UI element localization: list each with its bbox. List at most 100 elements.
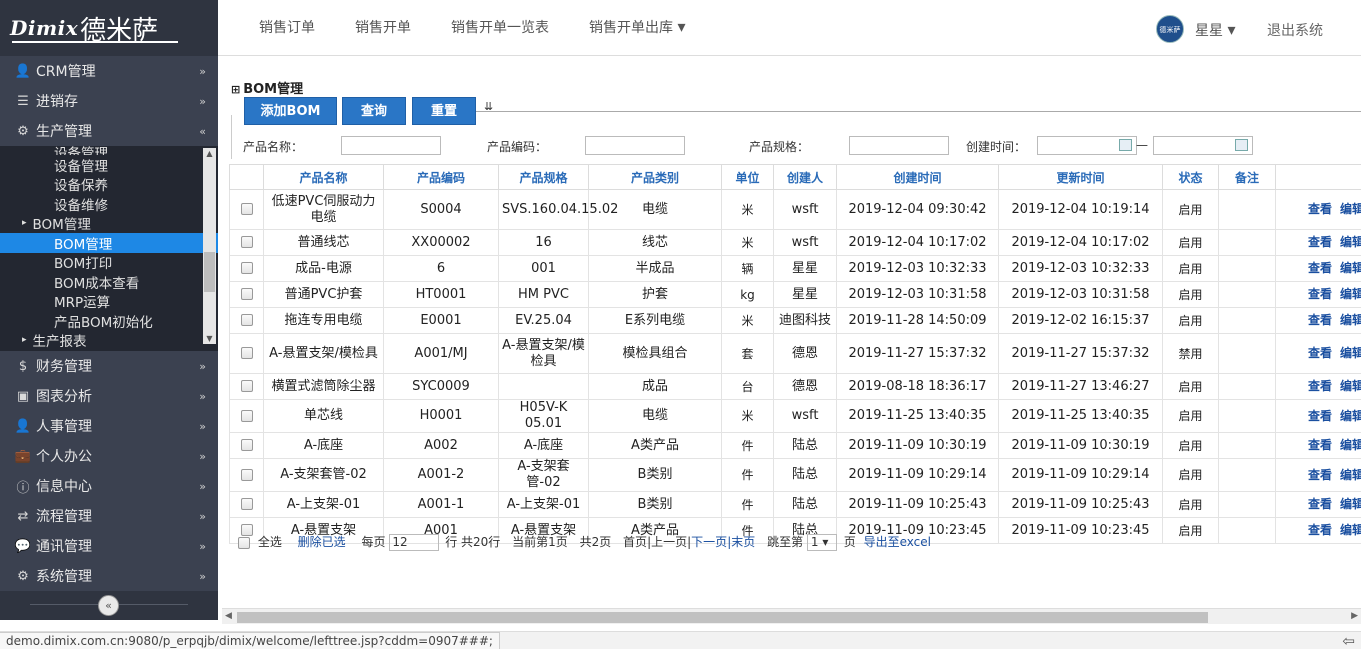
row-checkbox[interactable] [240, 203, 253, 215]
edit-link[interactable]: 编辑 [1340, 346, 1361, 360]
sidebar-item-top-0[interactable]: 👤 CRM管理 » [0, 56, 218, 86]
view-link[interactable]: 查看 [1308, 379, 1332, 393]
prev-page-link[interactable]: 上一页 [651, 535, 687, 549]
per-page-input[interactable]: 12 [389, 534, 440, 551]
table-row[interactable]: 横置式滤筒除尘器 SYC0009 成品台德恩 2019-08-18 18:36:17 2… [229, 373, 1361, 400]
submenu-item-4[interactable]: BOM管理 [0, 233, 218, 253]
next-page-link[interactable]: 下一页 [691, 535, 727, 549]
calendar-icon[interactable] [1119, 139, 1132, 151]
nav-sales-invoice[interactable]: 销售开单 [355, 17, 411, 37]
edit-link[interactable]: 编辑 [1340, 313, 1361, 327]
delete-selected-link[interactable]: 删除已选 [298, 535, 346, 549]
export-excel-link[interactable]: 导出至excel [864, 535, 931, 549]
row-checkbox[interactable] [240, 347, 253, 359]
edit-link[interactable]: 编辑 [1340, 438, 1361, 452]
sidebar-item-bottom-0[interactable]: $ 财务管理 » [0, 351, 218, 381]
logout-link[interactable]: 退出系统 [1267, 20, 1323, 40]
submenu-item-6[interactable]: BOM成本查看 [0, 272, 218, 292]
user-menu[interactable]: 星星 ▾ [1195, 20, 1235, 40]
jump-page-select[interactable]: 1 ▾ [806, 534, 837, 551]
view-link[interactable]: 查看 [1308, 523, 1332, 537]
sidebar-item-bottom-3[interactable]: 💼 个人办公 » [0, 441, 218, 471]
scrollbar-thumb[interactable] [237, 612, 1208, 623]
submenu-item-9[interactable]: ▸ 生产报表 [0, 331, 218, 350]
submenu-item-1[interactable]: 设备保养 [0, 175, 218, 194]
submenu-scrollbar[interactable]: ▲ ▼ [203, 148, 216, 344]
sidebar-item-top-2[interactable]: ⚙ 生产管理 « [0, 116, 218, 146]
table-row[interactable]: A-上支架-01 A001-1 A-上支架-01 B类别件陆总 2019-11-09 1… [229, 491, 1361, 518]
view-link[interactable]: 查看 [1308, 261, 1332, 275]
view-link[interactable]: 查看 [1308, 202, 1332, 216]
view-link[interactable]: 查看 [1308, 497, 1332, 511]
table-row[interactable]: A-支架套管-02 A001-2 A-支架套管-02 B类别件陆总 2019-11-09… [229, 458, 1361, 492]
edit-link[interactable]: 编辑 [1340, 235, 1361, 249]
sidebar-item-bottom-6[interactable]: 💬 通讯管理 » [0, 531, 218, 561]
view-link[interactable]: 查看 [1308, 409, 1332, 423]
row-checkbox[interactable] [240, 380, 253, 392]
toggle-filter-icon[interactable]: ⇊ [484, 100, 493, 113]
horizontal-scrollbar[interactable]: ◀ ▶ [222, 608, 1361, 624]
row-checkbox[interactable] [240, 498, 253, 510]
back-icon[interactable]: ⇦ [1342, 632, 1355, 649]
row-checkbox[interactable] [240, 439, 253, 451]
select-all-checkbox[interactable] [238, 536, 250, 549]
edit-link[interactable]: 编辑 [1340, 523, 1361, 537]
view-link[interactable]: 查看 [1308, 287, 1332, 301]
submenu-item-0[interactable]: 设备管理 [0, 155, 218, 175]
edit-link[interactable]: 编辑 [1340, 468, 1361, 482]
product-spec-input[interactable] [849, 136, 949, 155]
logo[interactable]: Dimix 德米萨 [0, 0, 218, 56]
view-link[interactable]: 查看 [1308, 468, 1332, 482]
collapse-sidebar-button[interactable]: « [98, 595, 119, 616]
submenu-item-2[interactable]: 设备维修 [0, 194, 218, 214]
created-to-input[interactable] [1153, 136, 1253, 155]
edit-link[interactable]: 编辑 [1340, 497, 1361, 511]
row-checkbox[interactable] [240, 409, 253, 422]
submenu-item-3[interactable]: ▸ BOM管理 [0, 214, 218, 233]
sidebar-item-bottom-5[interactable]: ⇄ 流程管理 » [0, 501, 218, 531]
scroll-left-icon[interactable]: ◀ [225, 611, 232, 621]
table-row[interactable]: 低速PVC伺服动力电缆 S0004 SVS.160.04.15.02 电缆米 wsft 2… [229, 189, 1361, 230]
row-checkbox[interactable] [240, 314, 253, 326]
view-link[interactable]: 查看 [1308, 346, 1332, 360]
sidebar-item-bottom-2[interactable]: 👤 人事管理 » [0, 411, 218, 441]
submenu-item-8[interactable]: 产品BOM初始化 [0, 311, 218, 331]
edit-link[interactable]: 编辑 [1340, 287, 1361, 301]
row-checkbox[interactable] [240, 236, 253, 248]
edit-link[interactable]: 编辑 [1340, 409, 1361, 423]
last-page-link[interactable]: 末页 [731, 535, 755, 549]
table-row[interactable]: 拖连专用电缆 E0001 EV.25.04 E系列电缆米迪图科技 2019-11-28 … [229, 307, 1361, 334]
table-row[interactable]: A-悬置支架/模检具 A001/MJ A-悬置支架/模检具 模检具组合套德恩 2019-… [229, 333, 1361, 374]
row-checkbox[interactable] [240, 262, 253, 274]
edit-link[interactable]: 编辑 [1340, 261, 1361, 275]
calendar-icon[interactable] [1235, 139, 1248, 151]
submenu-item-7[interactable]: MRP运算 [0, 292, 218, 311]
table-row[interactable]: 成品-电源 6 001 半成品辆星星 2019-12-03 10:32:33 2019-1… [229, 255, 1361, 282]
scroll-down-icon[interactable]: ▼ [203, 334, 216, 343]
created-from-input[interactable] [1037, 136, 1137, 155]
edit-link[interactable]: 编辑 [1340, 379, 1361, 393]
nav-sales-order[interactable]: 销售订单 [259, 17, 315, 37]
product-name-input[interactable] [341, 136, 441, 155]
view-link[interactable]: 查看 [1308, 438, 1332, 452]
nav-sales-outbound[interactable]: 销售开单出库 ▾ [589, 17, 685, 37]
row-checkbox[interactable] [240, 468, 253, 481]
nav-sales-invoice-list[interactable]: 销售开单一览表 [451, 17, 549, 37]
product-code-input[interactable] [585, 136, 685, 155]
view-link[interactable]: 查看 [1308, 313, 1332, 327]
view-link[interactable]: 查看 [1308, 235, 1332, 249]
table-row[interactable]: 普通线芯 XX00002 16 线芯米 wsft 2019-12-04 10:17:02 2… [229, 229, 1361, 256]
sidebar-item-bottom-4[interactable]: ⓘ 信息中心 » [0, 471, 218, 501]
row-checkbox[interactable] [240, 288, 253, 300]
sidebar-item-top-1[interactable]: ☰ 进销存 » [0, 86, 218, 116]
table-row[interactable]: 普通PVC护套 HT0001 HM PVC 护套 kg 星星 2019-12-03 10:3… [229, 281, 1361, 308]
first-page-link[interactable]: 首页 [623, 535, 647, 549]
avatar[interactable]: 德米萨 [1156, 15, 1184, 43]
sidebar-item-bottom-7[interactable]: ⚙ 系统管理 » [0, 561, 218, 591]
table-row[interactable]: 单芯线 H0001 H05V-K 05.01 电缆米 wsft 2019-11-25 13… [229, 399, 1361, 433]
scroll-up-icon[interactable]: ▲ [203, 149, 216, 158]
submenu-item-5[interactable]: BOM打印 [0, 253, 218, 272]
scroll-right-icon[interactable]: ▶ [1351, 611, 1358, 621]
scrollbar-thumb[interactable] [204, 252, 215, 292]
table-row[interactable]: A-底座 A002 A-底座 A类产品件陆总 2019-11-09 10:30:19 20… [229, 432, 1361, 459]
